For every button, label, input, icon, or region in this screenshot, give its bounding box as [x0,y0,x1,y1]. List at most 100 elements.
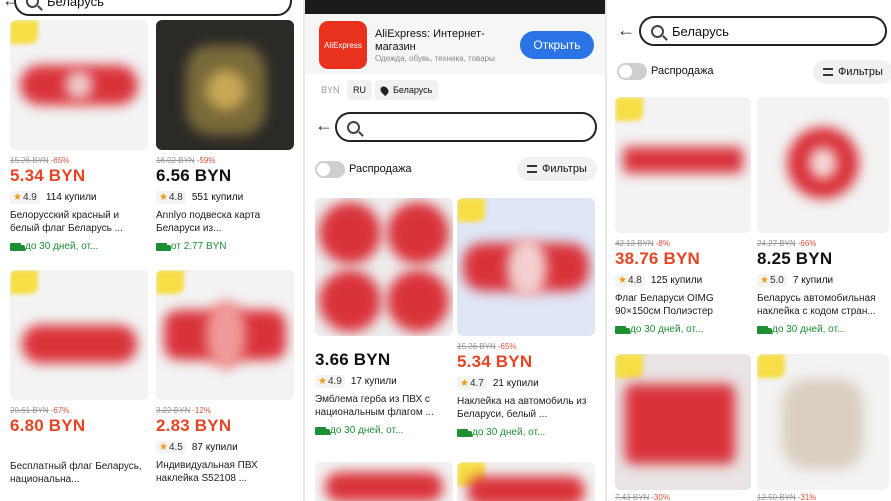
language-chip[interactable]: RU [347,80,372,100]
search-input[interactable]: Беларусь [639,16,887,46]
screenshot-panel-1: ← Беларусь 15.26 BYN -65% 5.34 BYN ★4.9 11… [0,0,303,501]
rating: 4.7 [469,378,484,389]
sale-toggle[interactable] [315,161,345,178]
old-price: 7.43 BYN [615,493,650,501]
product-card[interactable] [457,462,595,501]
product-card[interactable]: 20.61 BYN -67% 6.80 BYN Бесплатный флаг Б… [10,270,148,486]
sold-count: 17 купили [350,376,397,387]
sold-count: 87 купили [191,442,238,453]
product-title: Бесплатный флаг Беларусь, национальна... [10,461,142,485]
product-card[interactable]: 42.13 BYN -8% 38.76 BYN ★4.8 125 купили Фл… [615,97,751,335]
star-icon: ★ [13,192,22,203]
search-input[interactable]: Беларусь [14,0,292,16]
product-image [156,20,294,150]
search-value: Беларусь [47,0,104,9]
filters-button[interactable]: Фильтры [813,60,891,84]
screenshot-panel-3: ← Беларусь Распродажа Фильтры 42.13 BYN -… [607,0,891,501]
shipping-info: до 30 дней, от... [472,427,546,438]
banner-subtitle: Одежда, обувь, техника, товары [375,54,495,63]
price: 38.76 BYN [615,249,700,268]
old-price: 12.50 BYN [757,493,796,501]
discount: -30% [651,493,670,501]
product-card[interactable]: 15.26 BYN -65% 5.34 BYN ★4.7 21 купили Нак… [457,198,595,438]
price: 6.80 BYN [10,416,86,435]
rating: 4.9 [22,192,37,203]
aliexpress-logo: AliExpress [319,21,367,69]
search-icon [26,0,39,8]
back-arrow-icon[interactable]: ← [617,20,635,41]
product-image [757,354,889,490]
search-value: Беларусь [672,23,729,39]
discount: -67% [50,406,70,415]
discount: -31% [797,493,817,501]
product-image [315,462,453,501]
search-input[interactable] [335,112,597,142]
product-card[interactable]: 12.50 BYN -31% [757,354,889,501]
product-image [10,270,148,400]
discount: -66% [797,239,817,248]
truck-icon [457,428,472,437]
product-image [10,20,148,150]
currency-chip[interactable]: BYN [315,80,346,100]
product-title: Индивидуальная ПВХ наклейка S52108 ... [156,460,258,484]
sold-count: 551 купили [191,192,244,203]
product-title: Эмблема герба из ПВХ с национальным флаг… [315,394,434,418]
back-arrow-icon[interactable]: ← [315,115,333,136]
product-card[interactable] [315,462,453,501]
product-card[interactable]: 3.22 BYN -12% 2.83 BYN ★4.5 87 купили Инди… [156,270,294,485]
price: 5.34 BYN [457,352,533,371]
filters-label: Фильтры [838,66,883,78]
rating: 4.5 [168,442,183,453]
open-app-button[interactable]: Открыть [520,31,594,59]
shipping-info: до 30 дней, от... [772,324,846,335]
price: 6.56 BYN [156,166,232,185]
promo-tag [457,198,485,222]
price: 8.25 BYN [757,249,833,268]
product-card[interactable]: 16.02 BYN -59% 6.56 BYN ★4.8 551 купили An… [156,20,294,252]
shipping-info: до 30 дней, от... [25,241,99,252]
truck-icon [615,325,630,334]
discount: -65% [50,156,70,165]
rating: 4.8 [168,192,183,203]
star-icon: ★ [159,192,168,203]
product-title: Флаг Беларуси OIMG 90×150см Полиэстер [615,293,714,317]
old-price: 15.26 BYN [10,156,49,165]
promo-tag [10,20,38,44]
filters-button[interactable]: Фильтры [517,157,597,181]
discount: -65% [497,342,517,351]
product-image [757,97,889,233]
product-title: Белорусский красный и белый флаг Беларус… [10,210,123,234]
product-image [457,462,595,501]
product-card[interactable]: 3.66 BYN ★4.9 17 купили Эмблема герба из … [315,198,453,436]
price: 5.34 BYN [10,166,86,185]
location-pin-icon [378,84,391,96]
old-price: 20.61 BYN [10,406,49,415]
old-price: 24.27 BYN [757,239,796,248]
product-image [457,198,595,336]
promo-tag [757,354,785,378]
discount: -59% [196,156,216,165]
promo-tag [156,270,184,294]
product-card[interactable]: 7.43 BYN -30% [615,354,751,501]
product-card[interactable]: 15.26 BYN -65% 5.34 BYN ★4.9 114 купили Бе… [10,20,148,252]
sale-toggle[interactable] [617,63,647,80]
product-image [315,198,453,336]
sale-label: Распродажа [651,65,714,77]
filters-label: Фильтры [542,163,587,175]
truck-icon [156,242,171,251]
country-chip[interactable]: Беларусь [375,80,439,100]
filter-icon [527,165,537,173]
truck-icon [315,426,330,435]
discount: -12% [192,406,211,415]
product-card[interactable]: 24.27 BYN -66% 8.25 BYN ★5.0 7 купили Бела… [757,97,889,335]
star-icon: ★ [760,275,769,286]
truck-icon [10,242,25,251]
rating: 4.9 [327,376,342,387]
shipping-info: от 2.77 BYN [171,241,227,252]
banner-title-line2: магазин [375,41,416,53]
price: 3.66 BYN [315,350,391,369]
old-price: 3.22 BYN [156,406,191,415]
sale-label: Распродажа [349,163,412,175]
sold-count: 114 купили [45,192,97,203]
filter-icon [823,68,833,76]
